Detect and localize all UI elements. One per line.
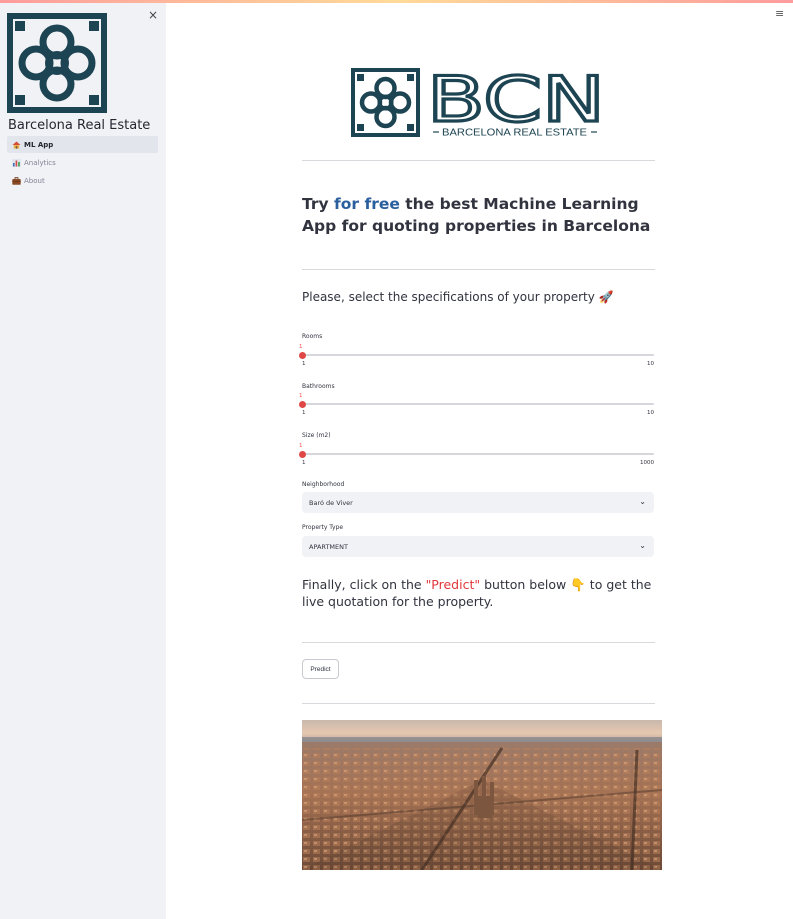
- bar-chart-icon: [12, 158, 21, 167]
- house-icon: [12, 141, 21, 149]
- sidebar-item-ml-app[interactable]: ML App: [7, 136, 158, 153]
- bcn-tile-mark: BCN BARCELONA REAL ESTATE: [351, 61, 607, 139]
- sidebar: × Barcelona Real Estate ML App Analytics…: [0, 3, 166, 919]
- property-type-select[interactable]: APARTMENT ⌄: [302, 536, 654, 557]
- final-middle: button below: [480, 577, 571, 592]
- bathrooms-label: Bathrooms: [302, 383, 335, 390]
- predict-instruction: Finally, click on the "Predict" button b…: [302, 576, 657, 610]
- slider-min: 1: [302, 410, 306, 416]
- slider-thumb[interactable]: [299, 400, 306, 408]
- neighborhood-select[interactable]: Baró de Viver ⌄: [302, 492, 654, 513]
- select-value: Baró de Viver: [309, 498, 353, 507]
- slider-track[interactable]: [302, 453, 654, 455]
- specifications-prompt: Please, select the specifications of you…: [302, 290, 614, 304]
- divider: [302, 269, 655, 270]
- intro-heading: Try for free the best Machine Learning A…: [302, 193, 662, 237]
- intro-highlight: for free: [334, 195, 400, 213]
- divider: [302, 703, 655, 704]
- slider-min: 1: [302, 460, 306, 466]
- barcelona-aerial-photo: [302, 720, 662, 870]
- divider: [302, 160, 655, 161]
- property-type-label: Property Type: [302, 524, 344, 531]
- select-value: APARTMENT: [309, 542, 348, 551]
- neighborhood-label: Neighborhood: [302, 481, 345, 488]
- rooms-slider[interactable]: 1 1 10: [299, 344, 654, 374]
- bcn-logo-subtitle: BARCELONA REAL ESTATE: [442, 127, 587, 139]
- bcn-logo: BCN BARCELONA REAL ESTATE: [351, 61, 611, 140]
- divider: [302, 642, 655, 643]
- chevron-down-icon: ⌄: [639, 497, 646, 506]
- briefcase-icon: [12, 176, 21, 185]
- bathrooms-slider[interactable]: 1 1 10: [299, 393, 654, 423]
- slider-value: 1: [299, 443, 303, 449]
- sidebar-item-analytics[interactable]: Analytics: [7, 154, 158, 171]
- sidebar-title: Barcelona Real Estate: [8, 118, 151, 133]
- bcn-logo-text: BCN: [427, 66, 605, 136]
- rocket-icon: 🚀: [598, 290, 614, 304]
- slider-max: 10: [647, 410, 654, 416]
- slider-track[interactable]: [302, 354, 654, 356]
- intro-prefix: Try: [302, 195, 335, 213]
- chevron-down-icon: ⌄: [639, 541, 646, 550]
- sidebar-item-label: About: [24, 176, 45, 185]
- final-prefix: Finally, click on the: [302, 577, 426, 592]
- slider-value: 1: [299, 393, 303, 399]
- barcelona-tile-logo: [7, 13, 107, 113]
- size-label: Size (m2): [302, 432, 331, 439]
- slider-min: 1: [302, 361, 306, 367]
- prompt-text: Please, select the specifications of you…: [302, 290, 595, 304]
- predict-button[interactable]: Predict: [302, 659, 339, 679]
- pointing-down-icon: 👇: [570, 577, 586, 592]
- slider-track[interactable]: [302, 403, 654, 405]
- slider-thumb[interactable]: [299, 351, 306, 359]
- sidebar-item-label: Analytics: [24, 158, 56, 167]
- sidebar-item-label: ML App: [24, 140, 54, 149]
- rooms-label: Rooms: [302, 333, 323, 340]
- slider-max: 1000: [640, 460, 654, 466]
- slider-thumb[interactable]: [299, 450, 306, 458]
- size-slider[interactable]: 1 1 1000: [299, 443, 654, 473]
- slider-max: 10: [647, 361, 654, 367]
- sidebar-item-about[interactable]: About: [7, 172, 158, 189]
- slider-value: 1: [299, 344, 303, 350]
- sidebar-nav: ML App Analytics About: [7, 136, 158, 190]
- main-menu-icon[interactable]: ≡: [775, 8, 784, 19]
- close-sidebar-icon[interactable]: ×: [148, 9, 158, 21]
- final-highlight: "Predict": [425, 577, 481, 592]
